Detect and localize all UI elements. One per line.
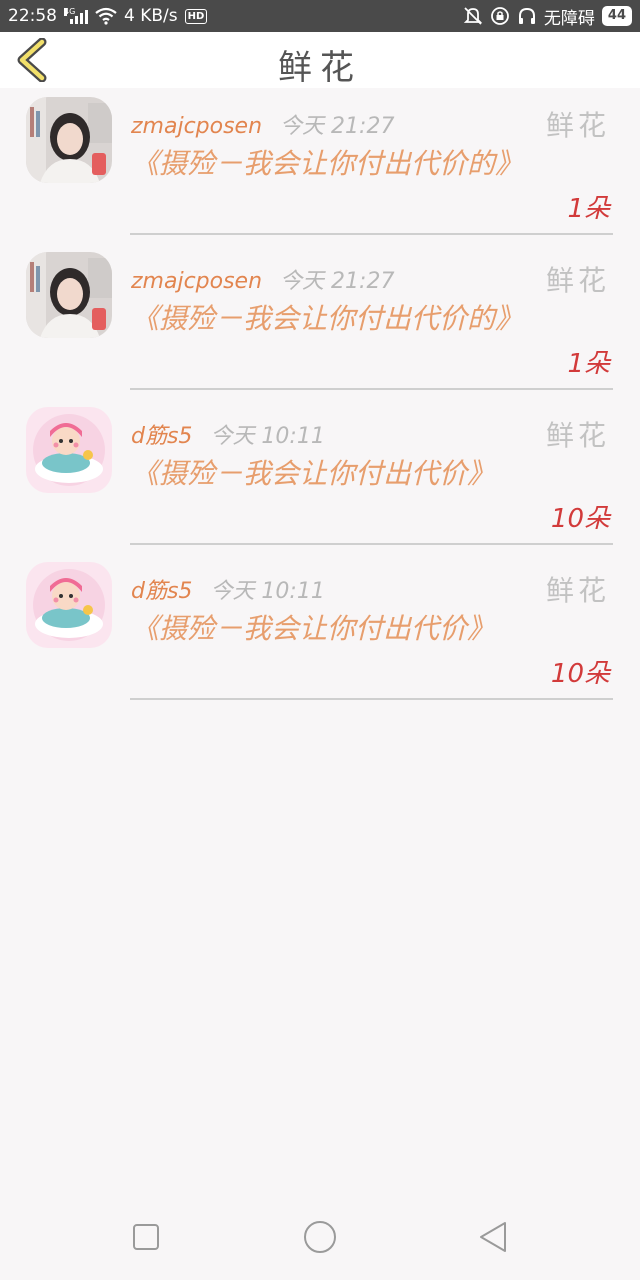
- list-item[interactable]: zmajcposen 今天 21:27 鲜花 《摄殓－我会让你付出代价的》 1朵: [0, 243, 640, 398]
- divider: [130, 698, 613, 700]
- gift-list: zmajcposen 今天 21:27 鲜花 《摄殓－我会让你付出代价的》 1朵…: [0, 88, 640, 708]
- battery-icon: 44: [601, 6, 632, 26]
- item-header: d筋s5 今天 10:11: [131, 573, 325, 605]
- avatar[interactable]: [26, 97, 112, 183]
- list-item[interactable]: zmajcposen 今天 21:27 鲜花 《摄殓－我会让你付出代价的》 1朵: [0, 88, 640, 243]
- network-speed: 4 KB/s: [124, 6, 178, 26]
- item-header: zmajcposen 今天 21:27: [131, 108, 394, 140]
- bell-muted-icon: [463, 7, 483, 25]
- gift-type-label: 鲜花: [545, 574, 610, 607]
- wifi-icon: [95, 7, 117, 25]
- hd-icon: HD: [184, 8, 208, 24]
- user-name[interactable]: d筋s5: [131, 418, 192, 450]
- header: 鲜花: [0, 32, 640, 88]
- timestamp: 今天 10:11: [210, 579, 325, 604]
- book-title[interactable]: 《摄殓－我会让你付出代价的》: [131, 142, 543, 186]
- book-title[interactable]: 《摄殓－我会让你付出代价的》: [131, 297, 543, 341]
- accessibility-label: 无障碍: [543, 8, 595, 29]
- back-icon[interactable]: [476, 1220, 510, 1254]
- flower-count: 1朵: [567, 349, 610, 379]
- avatar[interactable]: [26, 562, 112, 648]
- signal-icon: 4G: [64, 8, 88, 24]
- user-name[interactable]: d筋s5: [131, 573, 192, 605]
- rotation-lock-icon: [491, 7, 509, 25]
- status-left: 22:58 4G 4 KB/s HD: [8, 6, 208, 26]
- book-title[interactable]: 《摄殓－我会让你付出代价》: [131, 452, 507, 496]
- timestamp: 今天 21:27: [280, 114, 395, 139]
- home-icon[interactable]: [303, 1220, 337, 1254]
- item-header: zmajcposen 今天 21:27: [131, 263, 394, 295]
- timestamp: 今天 10:11: [210, 424, 325, 449]
- status-right: 无障碍 44: [463, 4, 632, 29]
- list-item[interactable]: d筋s5 今天 10:11 鲜花 《摄殓－我会让你付出代价》 10朵: [0, 553, 640, 708]
- recent-apps-icon[interactable]: [129, 1220, 163, 1254]
- gift-type-label: 鲜花: [545, 419, 610, 452]
- avatar[interactable]: [26, 252, 112, 338]
- flower-count: 10朵: [550, 659, 610, 689]
- divider: [130, 233, 613, 235]
- divider: [130, 388, 613, 390]
- book-title[interactable]: 《摄殓－我会让你付出代价》: [131, 607, 507, 651]
- status-bar: 22:58 4G 4 KB/s HD 无障碍 44: [0, 0, 640, 32]
- system-nav-bar: [0, 1192, 640, 1280]
- divider: [130, 543, 613, 545]
- headphones-icon: [518, 7, 535, 24]
- gift-type-label: 鲜花: [545, 264, 610, 297]
- avatar[interactable]: [26, 407, 112, 493]
- network-type: 4G: [64, 7, 76, 16]
- timestamp: 今天 21:27: [280, 269, 395, 294]
- flower-count: 10朵: [550, 504, 610, 534]
- list-item[interactable]: d筋s5 今天 10:11 鲜花 《摄殓－我会让你付出代价》 10朵: [0, 398, 640, 553]
- user-name[interactable]: zmajcposen: [131, 114, 262, 139]
- page-title: 鲜花: [278, 48, 362, 88]
- clock: 22:58: [8, 6, 57, 26]
- flower-count: 1朵: [567, 194, 610, 224]
- user-name[interactable]: zmajcposen: [131, 269, 262, 294]
- item-header: d筋s5 今天 10:11: [131, 418, 325, 450]
- gift-type-label: 鲜花: [545, 109, 610, 142]
